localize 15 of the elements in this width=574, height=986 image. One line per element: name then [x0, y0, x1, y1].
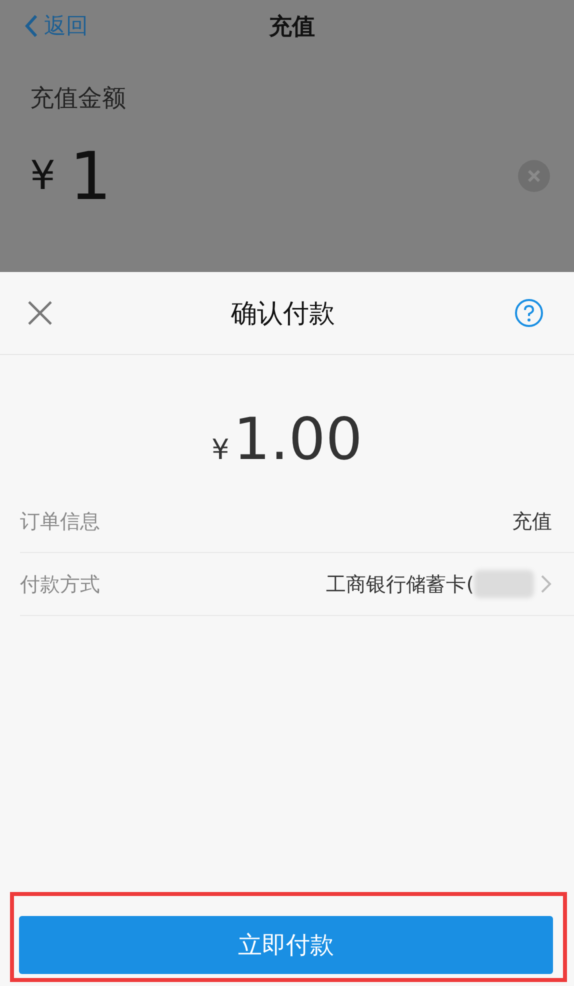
row-label: 订单信息: [20, 508, 100, 534]
help-icon[interactable]: [514, 298, 544, 328]
chevron-right-icon[interactable]: [540, 574, 552, 594]
back-chevron-icon: [24, 14, 38, 38]
row-value[interactable]: 工商银行储蓄卡(: [326, 570, 474, 598]
payment-amount: ¥1.00: [210, 405, 364, 475]
amount-label: 充值金额: [30, 83, 127, 114]
sheet-title: 确认付款: [231, 298, 335, 330]
close-icon[interactable]: [28, 301, 52, 325]
row-value: 充值: [512, 508, 552, 534]
pay-now-button[interactable]: 立即付款: [19, 916, 553, 974]
amount-input[interactable]: ¥ 1: [30, 136, 554, 216]
row-label: 付款方式: [20, 570, 100, 598]
page-title: 充值: [269, 12, 315, 42]
redacted-block: [474, 570, 534, 598]
